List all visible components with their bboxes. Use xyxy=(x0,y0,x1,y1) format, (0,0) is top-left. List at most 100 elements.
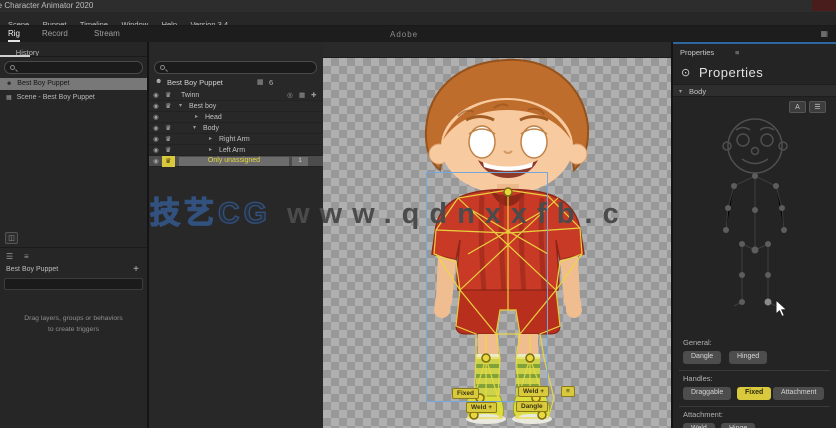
visibility-eye-icon[interactable]: ◉ xyxy=(153,146,159,154)
tree-row-label: Right Arm xyxy=(219,136,250,143)
tree-row-label: Body xyxy=(203,125,219,132)
handle-tag-chip[interactable]: Weld + xyxy=(466,402,498,413)
tree-row-selected[interactable]: ◉ ♛ Only unassigned 1 xyxy=(149,156,323,167)
visibility-eye-icon[interactable]: ◉ xyxy=(153,102,159,110)
collapse-icon[interactable]: ▾ xyxy=(193,124,196,131)
workspace-switcher-icon[interactable]: ▦ xyxy=(820,29,828,38)
general-group-label: General: xyxy=(683,338,712,347)
tab-rig[interactable]: Rig xyxy=(8,29,21,42)
visibility-eye-icon[interactable]: ◉ xyxy=(153,113,159,121)
tree-row[interactable]: ◉ ▸ Head xyxy=(149,112,323,123)
titlebar-corner-badge[interactable] xyxy=(812,0,836,11)
tree-row-label: Best boy xyxy=(189,103,217,110)
independent-crown-icon[interactable]: ♛ xyxy=(165,102,171,110)
tree-row-label: Left Arm xyxy=(219,147,246,154)
properties-panel-menu-icon[interactable]: ≡ xyxy=(735,48,739,57)
expand-icon[interactable]: ▸ xyxy=(209,146,212,153)
hand-behavior-icon[interactable]: ✚ xyxy=(311,91,316,99)
tree-row-badge: 1 xyxy=(292,157,308,166)
attachment-group-label: Attachment: xyxy=(683,410,724,419)
project-search-input[interactable] xyxy=(4,61,143,74)
independent-crown-icon[interactable]: ♛ xyxy=(165,146,171,154)
project-item-label: Best Boy Puppet xyxy=(17,80,70,87)
tree-row[interactable]: ◉ ♛ ▾ Best boy xyxy=(149,101,323,112)
project-item-label: Scene - Best Boy Puppet xyxy=(16,94,95,101)
tag-pill-dangle[interactable]: Dangle xyxy=(683,351,722,364)
visibility-eye-icon[interactable]: ◉ xyxy=(153,135,159,143)
expand-icon[interactable]: ▸ xyxy=(209,135,212,142)
handle-tag-menu-chip[interactable]: ≡ xyxy=(561,386,575,397)
window-title: Adobe Character Animator 2020 xyxy=(0,1,94,10)
puppet-root-icon: ☻ xyxy=(155,78,163,85)
puppet-root-row[interactable]: ☻ Best Boy Puppet ▦ 6 xyxy=(149,76,323,89)
tag-pill-hinged[interactable]: Hinged xyxy=(729,351,768,364)
puppet-root-count: 6 xyxy=(269,78,274,87)
body-section-header[interactable]: ▾ Body xyxy=(673,84,836,97)
properties-panel: Properties ≡ ⊙ Properties ▾ Body A ☰ Gen… xyxy=(673,42,836,428)
project-panel: Project History ☻ Best Boy Puppet ▦ Scen… xyxy=(0,42,147,428)
triggers-hint-line2: to create triggers xyxy=(48,326,99,333)
menubar: File Edit Scene Puppet Timeline Window H… xyxy=(0,12,836,26)
tag-pill-fixed[interactable]: Fixed xyxy=(737,387,772,400)
independent-crown-icon[interactable]: ♛ xyxy=(165,91,171,99)
trigger-row-placeholder[interactable] xyxy=(4,278,143,290)
independent-crown-icon[interactable]: ♛ xyxy=(165,157,171,165)
puppet-tree-panel: ☻ Best Boy Puppet ▦ 6 ◉ ♛ Twinn ◎ ▦ ✚ ◉ … xyxy=(149,42,323,428)
visibility-eye-icon[interactable]: ◉ xyxy=(153,91,159,99)
tree-row-label: Only unassigned xyxy=(179,157,289,166)
panel-view-button[interactable]: ◫ xyxy=(5,232,18,244)
project-tab-underline xyxy=(0,55,30,57)
add-trigger-button[interactable]: + xyxy=(133,264,139,275)
tree-row-label: Twinn xyxy=(181,92,200,99)
tag-pill-weld[interactable]: Weld xyxy=(683,423,715,428)
tab-properties[interactable]: Properties xyxy=(680,48,714,57)
tag-pill-attachment[interactable]: Attachment xyxy=(773,387,825,400)
triggers-panel-menu-icon[interactable]: ☰ xyxy=(6,252,17,261)
selection-rectangle[interactable] xyxy=(426,172,548,402)
mouse-cursor xyxy=(775,299,788,318)
collapse-icon: ▾ xyxy=(679,89,683,95)
puppet-root-label: Best Boy Puppet xyxy=(167,78,223,87)
visibility-eye-icon[interactable]: ◉ xyxy=(153,157,159,165)
titlebar: Adobe Character Animator 2020 xyxy=(0,0,836,12)
tabstrip-right-text: Adobe xyxy=(390,30,419,39)
tab-stream[interactable]: Stream xyxy=(94,29,120,38)
mesh-count-icon: ▦ xyxy=(257,79,264,86)
body-tag-diagram[interactable] xyxy=(690,110,820,335)
puppet-search-input[interactable] xyxy=(154,61,317,74)
independent-crown-icon[interactable]: ♛ xyxy=(165,135,171,143)
tree-row-label: Head xyxy=(205,114,222,121)
mesh-behavior-icon[interactable]: ▦ xyxy=(299,91,305,99)
triggers-panel-options-icon[interactable]: ≡ xyxy=(24,252,33,261)
app-window: Adobe Character Animator 2020 File Edit … xyxy=(0,0,836,428)
triggers-hint-line1: Drag layers, groups or behaviors xyxy=(24,315,123,322)
handles-group-label: Handles: xyxy=(683,374,713,383)
project-item-puppet[interactable]: ☻ Best Boy Puppet xyxy=(0,78,147,90)
handle-tag-chip[interactable]: Dangle xyxy=(516,401,548,412)
workspace-tabstrip: Rig Record Stream Adobe ▦ xyxy=(0,26,836,42)
handle-tag-chip[interactable]: Fixed xyxy=(452,388,479,399)
puppet-properties-icon: ⊙ xyxy=(681,67,691,79)
independent-crown-icon[interactable]: ♛ xyxy=(165,124,171,132)
tree-row[interactable]: ◉ ♛ ▾ Body xyxy=(149,123,323,134)
tree-row[interactable]: ◉ ♛ ▸ Left Arm xyxy=(149,145,323,156)
tag-pill-hinge[interactable]: Hinge xyxy=(721,423,756,428)
visibility-eye-icon[interactable]: ◉ xyxy=(153,124,159,132)
search-icon xyxy=(160,65,165,70)
handle-tag-chip[interactable]: Weld + xyxy=(518,386,550,397)
puppet-file-icon: ☻ xyxy=(6,81,13,87)
triggers-panel-title: Best Boy Puppet xyxy=(6,266,59,273)
search-icon xyxy=(10,65,15,70)
collapse-icon[interactable]: ▾ xyxy=(179,102,182,109)
body-section-label: Body xyxy=(689,87,707,96)
tab-record[interactable]: Record xyxy=(42,29,68,38)
camera-behavior-icon[interactable]: ◎ xyxy=(287,91,293,99)
scene-file-icon: ▦ xyxy=(6,95,12,101)
tree-row[interactable]: ◉ ♛ ▸ Right Arm xyxy=(149,134,323,145)
project-item-scene[interactable]: ▦ Scene - Best Boy Puppet xyxy=(0,92,147,104)
expand-icon[interactable]: ▸ xyxy=(195,113,198,120)
tree-row[interactable]: ◉ ♛ Twinn ◎ ▦ ✚ xyxy=(149,90,323,101)
tag-pill-draggable[interactable]: Draggable xyxy=(683,387,732,400)
ankle-tag-dot[interactable] xyxy=(764,298,772,306)
properties-title: Properties xyxy=(699,65,764,80)
